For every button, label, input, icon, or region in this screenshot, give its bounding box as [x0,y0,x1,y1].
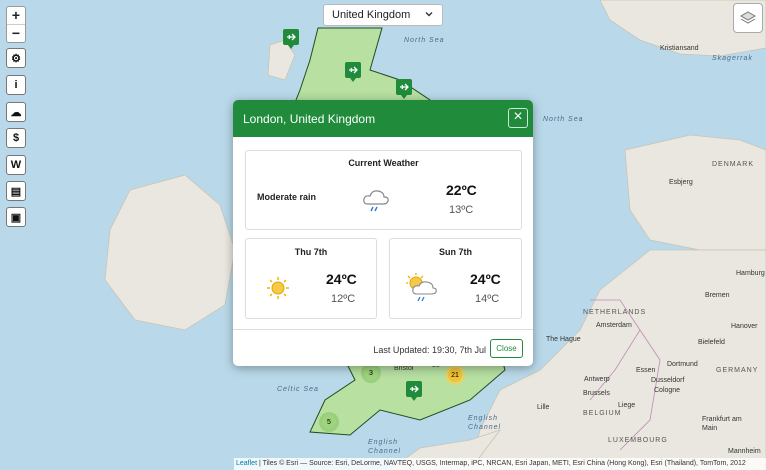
gear-icon: ⚙ [11,52,21,65]
city-label: Mannheim [728,448,761,455]
plane-icon [400,83,409,91]
current-temp-max: 22ºC [446,182,477,198]
sun-cloud-rain-icon [406,273,437,302]
weather-modal: London, United Kingdom × Current Weather… [233,100,533,366]
modal-title: London, United Kingdom [243,111,376,126]
city-label: Esbjerg [669,179,693,186]
close-button[interactable]: Close [490,339,523,358]
news-button[interactable]: ▤ [6,181,26,201]
camera-icon: ▣ [10,211,22,224]
wikipedia-button[interactable]: W [6,155,26,175]
sea-label-skagerrak: Skagerrak [712,55,753,62]
city-label: Bielefeld [698,339,725,346]
cluster-count: 3 [364,366,378,380]
dollar-icon: $ [12,132,20,144]
info-button[interactable]: i [6,75,26,95]
city-label: Antwerp [584,376,610,383]
current-weather-card: Current Weather Moderate rain 22ºC 13ºC [245,150,522,230]
marker-cluster[interactable]: 5 [319,412,339,432]
forecast-temp-max: 24ºC [326,271,357,287]
plane-icon [349,66,358,74]
city-label: Lille [537,404,550,411]
forecast-day: Thu 7th [294,247,328,257]
forecast-temp-min: 14ºC [475,293,500,305]
city-label: Cologne [654,387,681,394]
attribution-text: | Tiles © Esri — Source: Esri, DeLorme, … [257,460,746,467]
airport-marker[interactable] [396,79,412,99]
map-attribution: Leaflet | Tiles © Esri — Source: Esri, D… [234,458,766,470]
sea-label-north-sea: North Sea [543,116,584,123]
marker-cluster[interactable]: 21 [445,365,465,385]
sun-icon [267,277,289,299]
city-label: Kristiansand [660,45,699,52]
modal-header: London, United Kingdom × [233,100,533,137]
modal-close-button[interactable]: × [508,108,528,128]
sea-label-celtic-sea: Celtic Sea [277,386,319,393]
city-label: Frankfurt am Main [702,416,742,432]
plane-icon [410,385,419,393]
currency-info-button[interactable]: ⚙ [6,48,26,68]
zoom-out-button[interactable]: − [7,24,25,42]
city-label: Essen [636,367,656,374]
layers-icon [739,11,757,24]
cluster-count: 5 [322,415,336,429]
airport-marker[interactable] [406,381,422,401]
country-label-denmark: DENMARK [712,161,755,168]
modal-footer: Last Updated: 19:30, 7th Jul Close [233,329,533,366]
forecast-day: Sun 7th [439,247,472,257]
cloud-sun-icon: ☁ [10,106,22,119]
airport-marker[interactable] [345,62,361,82]
country-label-netherlands: NETHERLANDS [583,309,647,316]
camera-button[interactable]: ▣ [6,207,26,227]
info-icon: i [14,79,18,91]
sea-label-english-channel: English Channel [368,439,402,455]
country-label-luxembourg: LUXEMBOURG [608,437,668,444]
forecast-temp-min: 12ºC [331,293,356,305]
country-label-belgium: BELGIUM [583,410,622,417]
city-label: Liege [618,402,636,409]
city-label: Dortmund [667,361,698,368]
sea-label-north-sea: North Sea [404,37,445,44]
forecast-card: Thu 7th 24ºC 12ºC [245,238,377,319]
current-temp-min: 13ºC [449,204,474,216]
layers-button[interactable] [733,3,763,33]
city-label: Hanover [731,323,758,330]
city-label: The Hague [546,336,581,343]
country-select-value: United Kingdom [332,9,411,21]
cluster-count: 21 [448,368,462,382]
city-label: Bristol [394,365,414,372]
airport-marker[interactable] [283,29,299,49]
cloud-rain-icon [363,190,389,212]
city-label: Bremen [705,292,730,299]
country-label-germany: GERMANY [716,367,759,374]
city-label: Dusseldorf [651,377,685,384]
current-condition: Moderate rain [257,192,317,202]
sea-label-english-channel: English Channel [468,415,502,431]
wikipedia-icon: W [10,159,22,171]
dollar-button[interactable]: $ [6,128,26,148]
zoom-control: + − [6,6,26,43]
current-weather-heading: Current Weather [348,158,419,168]
city-label: Hamburg [736,270,765,277]
city-label: Amsterdam [596,322,632,329]
close-icon: × [513,108,523,125]
city-label: Brussels [583,390,610,397]
country-select[interactable]: United Kingdom [323,4,443,26]
forecast-card: Sun 7th 24ºC 14ºC [389,238,522,319]
newspaper-icon: ▤ [10,185,22,198]
weather-button[interactable]: ☁ [6,102,26,122]
zoom-in-button[interactable]: + [7,7,25,24]
last-updated: Last Updated: 19:30, 7th Jul [373,345,486,355]
marker-cluster[interactable]: 3 [361,363,381,383]
leaflet-link[interactable]: Leaflet [236,460,257,467]
chevron-down-icon [425,12,433,17]
plane-icon [287,33,296,41]
forecast-temp-max: 24ºC [470,271,501,287]
